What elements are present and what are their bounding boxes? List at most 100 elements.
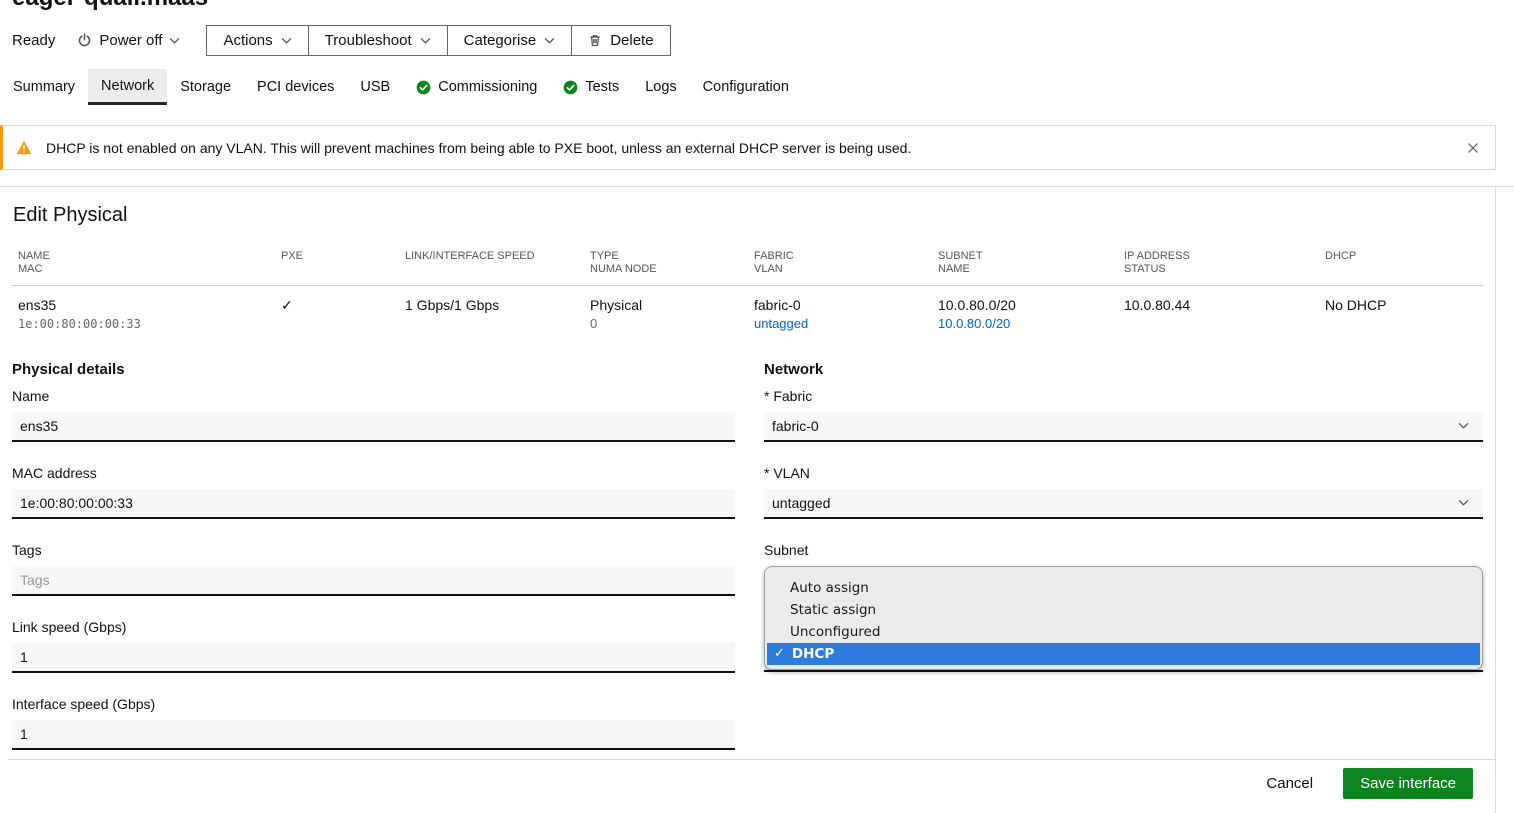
tags-field-group: Tags bbox=[12, 542, 735, 596]
tab-label: Network bbox=[101, 78, 154, 94]
fabric-label: * Fabric bbox=[764, 388, 1483, 405]
subnet-option-auto-assign[interactable]: Auto assign bbox=[767, 577, 1480, 599]
network-column: Network * Fabric fabric-0 * VLAN untagge… bbox=[764, 355, 1483, 773]
mac-address-label: MAC address bbox=[12, 465, 735, 482]
interface-table-header: NAMEMACPXELINK/INTERFACE SPEEDTYPENUMA N… bbox=[12, 250, 1483, 286]
fabric-field-group: * Fabric fabric-0 bbox=[764, 388, 1483, 442]
network-heading: Network bbox=[764, 361, 1483, 378]
troubleshoot-button[interactable]: Troubleshoot bbox=[308, 26, 447, 55]
link-speed-field-group: Link speed (Gbps) bbox=[12, 619, 735, 673]
vlan-field-group: * VLAN untagged bbox=[764, 465, 1483, 519]
link-speed-value: 1 Gbps/1 Gbps bbox=[405, 296, 590, 314]
form-footer: Cancel Save interface bbox=[8, 759, 1496, 799]
tab-commissioning[interactable]: Commissioning bbox=[403, 69, 550, 105]
chevron-down-icon bbox=[544, 37, 555, 45]
cell-name-mac: ens35 1e:00:80:00:00:33 bbox=[18, 296, 281, 334]
cell-link-speed: 1 Gbps/1 Gbps bbox=[405, 296, 590, 334]
edit-physical-form: Physical details Name MAC address Tags L… bbox=[12, 355, 1483, 773]
subnet-option-static-assign[interactable]: Static assign bbox=[767, 599, 1480, 621]
interface-table: NAMEMACPXELINK/INTERFACE SPEEDTYPENUMA N… bbox=[12, 250, 1483, 334]
column-header-type: TYPENUMA NODE bbox=[590, 250, 754, 276]
categorise-button-label: Categorise bbox=[464, 32, 537, 49]
cell-fabric-vlan: fabric-0 untagged bbox=[754, 296, 938, 334]
machine-status: Ready bbox=[12, 32, 55, 49]
link-speed-label: Link speed (Gbps) bbox=[12, 619, 735, 636]
subnet-label: Subnet bbox=[764, 542, 1483, 559]
subnet-select-underline bbox=[764, 670, 1483, 672]
tab-label: PCI devices bbox=[257, 79, 334, 95]
success-icon bbox=[563, 80, 578, 95]
column-header-pxe: PXE bbox=[281, 250, 405, 276]
vlan-select[interactable]: untagged bbox=[764, 489, 1483, 519]
edit-physical-title: Edit Physical bbox=[13, 204, 128, 227]
subnet-link[interactable]: 10.0.80.0/20 bbox=[938, 314, 1124, 334]
machine-action-row: Ready Power off Actions Troubleshoot Categ… bbox=[12, 25, 671, 56]
column-header-dhcp: DHCP bbox=[1325, 250, 1489, 276]
tab-network[interactable]: Network bbox=[88, 69, 167, 105]
tab-label: Tests bbox=[585, 79, 619, 95]
tab-summary[interactable]: Summary bbox=[0, 69, 88, 105]
mac-field-group: MAC address bbox=[12, 465, 735, 519]
mac-address-input[interactable] bbox=[12, 489, 735, 519]
power-dropdown-label: Power off bbox=[99, 32, 162, 49]
name-label: Name bbox=[12, 388, 735, 405]
cancel-button[interactable]: Cancel bbox=[1266, 775, 1313, 792]
vlan-link[interactable]: untagged bbox=[754, 314, 938, 334]
fabric-value: fabric-0 bbox=[754, 296, 938, 314]
power-dropdown[interactable]: Power off bbox=[77, 32, 180, 49]
ip-address: 10.0.80.44 bbox=[1124, 296, 1325, 314]
cell-pxe: ✓ bbox=[281, 296, 405, 334]
success-icon bbox=[416, 80, 431, 95]
power-icon bbox=[77, 33, 92, 48]
dhcp-status: No DHCP bbox=[1325, 296, 1489, 314]
delete-button[interactable]: Delete bbox=[571, 26, 669, 55]
check-icon: ✓ bbox=[774, 643, 785, 665]
name-input[interactable] bbox=[12, 412, 735, 442]
save-interface-button[interactable]: Save interface bbox=[1343, 768, 1473, 799]
column-header-fabric: FABRICVLAN bbox=[754, 250, 938, 276]
dhcp-warning-banner: DHCP is not enabled on any VLAN. This wi… bbox=[0, 125, 1496, 170]
categorise-button[interactable]: Categorise bbox=[447, 26, 572, 55]
tab-tests[interactable]: Tests bbox=[550, 69, 632, 105]
tab-label: Summary bbox=[13, 79, 75, 95]
tab-configuration[interactable]: Configuration bbox=[690, 69, 802, 105]
physical-details-column: Physical details Name MAC address Tags L… bbox=[12, 355, 735, 773]
chevron-down-icon bbox=[1458, 499, 1469, 507]
chevron-down-icon bbox=[169, 37, 180, 45]
interface-type: Physical bbox=[590, 296, 754, 314]
subnet-option-unconfigured[interactable]: Unconfigured bbox=[767, 621, 1480, 643]
vlan-label: * VLAN bbox=[764, 465, 1483, 482]
fabric-select-value: fabric-0 bbox=[772, 418, 819, 434]
subnet-option-dhcp[interactable]: ✓DHCP bbox=[767, 643, 1480, 665]
actions-button[interactable]: Actions bbox=[207, 26, 307, 55]
trash-icon bbox=[588, 33, 602, 48]
tab-label: USB bbox=[360, 79, 390, 95]
interface-name: ens35 bbox=[18, 296, 281, 314]
numa-node: 0 bbox=[590, 314, 754, 334]
link-speed-input[interactable] bbox=[12, 643, 735, 673]
tab-storage[interactable]: Storage bbox=[167, 69, 244, 105]
close-icon[interactable] bbox=[1467, 142, 1479, 154]
cell-dhcp: No DHCP bbox=[1325, 296, 1489, 334]
option-label: Auto assign bbox=[790, 580, 869, 596]
tab-logs[interactable]: Logs bbox=[632, 69, 689, 105]
cell-type-numa: Physical 0 bbox=[590, 296, 754, 334]
tab-label: Commissioning bbox=[438, 79, 537, 95]
interface-speed-input[interactable] bbox=[12, 720, 735, 750]
tab-label: Configuration bbox=[703, 79, 789, 95]
tab-usb[interactable]: USB bbox=[347, 69, 403, 105]
tags-input[interactable] bbox=[12, 566, 735, 596]
delete-button-label: Delete bbox=[610, 32, 653, 49]
interface-speed-label: Interface speed (Gbps) bbox=[12, 696, 735, 713]
chevron-down-icon bbox=[281, 37, 292, 45]
tab-pci-devices[interactable]: PCI devices bbox=[244, 69, 347, 105]
page-title: eager-quail.maas bbox=[12, 0, 208, 12]
vlan-select-value: untagged bbox=[772, 495, 830, 511]
dhcp-warning-message: DHCP is not enabled on any VLAN. This wi… bbox=[46, 140, 911, 156]
physical-details-heading: Physical details bbox=[12, 361, 735, 378]
subnet-field-group: Subnet Auto assign Static assignUnconfigu… bbox=[764, 542, 1483, 672]
fabric-select[interactable]: fabric-0 bbox=[764, 412, 1483, 442]
subnet-value: 10.0.80.0/20 bbox=[938, 296, 1124, 314]
troubleshoot-button-label: Troubleshoot bbox=[325, 32, 412, 49]
column-header-link-interface-speed: LINK/INTERFACE SPEED bbox=[405, 250, 590, 276]
